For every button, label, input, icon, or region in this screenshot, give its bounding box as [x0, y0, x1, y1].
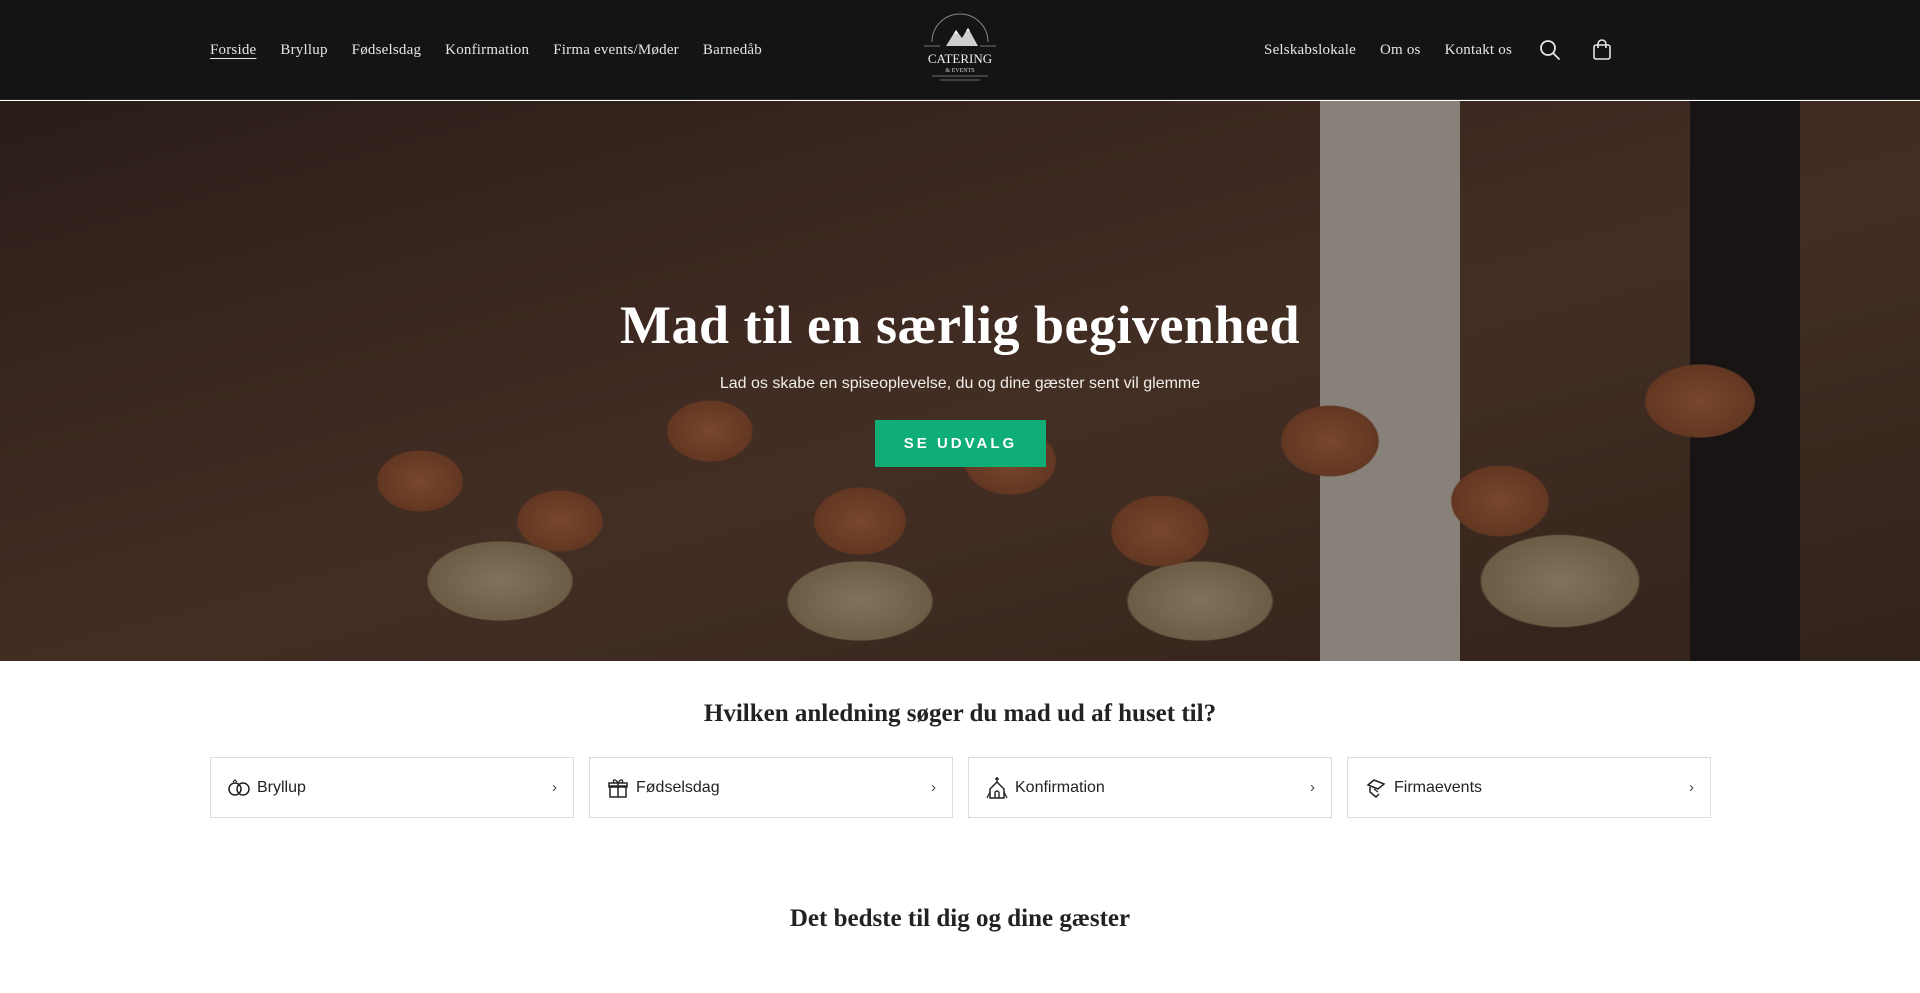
nav-link-selskabslokale[interactable]: Selskabslokale — [1264, 42, 1356, 59]
occasion-label: Firmaevents — [1394, 778, 1483, 796]
site-header: Forside Bryllup Fødselsdag Konfirmation … — [0, 0, 1920, 100]
chevron-right-icon: › — [1310, 779, 1315, 796]
logo-text-sub: & EVENTS — [945, 68, 974, 74]
occasion-label: Bryllup — [257, 778, 306, 796]
secondary-nav: Selskabslokale Om os Kontakt os — [1264, 0, 1616, 100]
site-logo[interactable]: CATERING & EVENTS — [918, 12, 1002, 88]
occasion-label: Konfirmation — [1015, 778, 1105, 796]
occasion-card-bryllup[interactable]: Bryllup › — [210, 757, 574, 818]
search-icon[interactable] — [1536, 36, 1564, 64]
occasion-card-firmaevents[interactable]: Firmaevents › — [1347, 757, 1711, 818]
nav-link-fodselsdag[interactable]: Fødselsdag — [352, 42, 422, 59]
nav-link-bryllup[interactable]: Bryllup — [280, 42, 327, 59]
hero-title: Mad til en særlig begivenhed — [619, 295, 1300, 355]
nav-link-barnedab[interactable]: Barnedåb — [703, 42, 762, 59]
hero-banner: Mad til en særlig begivenhed Lad os skab… — [0, 101, 1920, 661]
handshake-icon — [1364, 776, 1388, 800]
main-nav: Forside Bryllup Fødselsdag Konfirmation … — [210, 0, 762, 100]
cart-icon[interactable] — [1588, 36, 1616, 64]
see-selection-button[interactable]: SE UDVALG — [875, 420, 1046, 467]
chevron-right-icon: › — [931, 779, 936, 796]
nav-link-konfirmation[interactable]: Konfirmation — [445, 42, 529, 59]
gift-icon — [606, 776, 630, 800]
nav-link-kontakt-os[interactable]: Kontakt os — [1445, 42, 1512, 59]
chevron-right-icon: › — [1689, 779, 1694, 796]
occasion-cards: Bryllup › Fødselsdag › Konfirmation › Fi… — [210, 757, 1711, 818]
chevron-right-icon: › — [552, 779, 557, 796]
nav-link-om-os[interactable]: Om os — [1380, 42, 1421, 59]
rings-icon — [227, 776, 251, 800]
occasion-label: Fødselsdag — [636, 778, 720, 796]
hero-subtitle: Lad os skabe en spiseoplevelse, du og di… — [719, 375, 1201, 392]
best-section-title: Det bedste til dig og dine gæster — [789, 905, 1131, 932]
church-icon — [985, 776, 1009, 800]
occasion-card-fodselsdag[interactable]: Fødselsdag › — [589, 757, 953, 818]
occasion-section-title: Hvilken anledning søger du mad ud af hus… — [703, 700, 1217, 727]
occasion-card-konfirmation[interactable]: Konfirmation › — [968, 757, 1332, 818]
nav-link-firma-events[interactable]: Firma events/Møder — [553, 42, 679, 59]
logo-emblem: CATERING & EVENTS — [924, 13, 996, 81]
nav-link-forside[interactable]: Forside — [210, 42, 256, 59]
logo-text-main: CATERING — [928, 51, 992, 66]
